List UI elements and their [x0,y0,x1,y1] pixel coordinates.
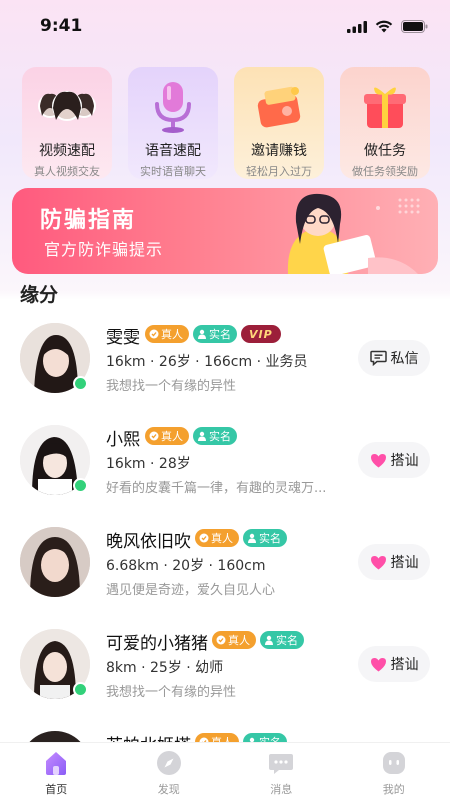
feature-subtitle: 轻松月入过万 [246,165,312,178]
badges: 真人 实名 [195,529,287,547]
user-name: 小熙 [106,430,140,450]
microphone-icon [138,77,208,134]
badges: 真人 实名 [212,631,304,649]
user-info: 6.68km · 20岁 · 160cm [106,558,266,574]
vip-badge: VIP [241,325,281,343]
badges: 真人 实名 [145,427,237,445]
profile-icon [380,749,408,777]
tab-label: 消息 [270,783,293,796]
feature-title: 做任务 [364,143,406,159]
online-status-dot [73,682,88,697]
video-match-avatars [32,77,102,134]
list-item[interactable]: 晚风依旧吹 真人 实名 6.68km · 20岁 · 160cm 遇见便是奇迹，… [0,519,450,619]
list-item[interactable]: 雯雯 真人 实名 VIP 16km · 26岁 · 166cm · 业务员 我想… [0,315,450,415]
list-item[interactable]: 可爱的小猪猪 真人 实名 8km · 25岁 · 幼师 我想找一个有缘的异性 搭… [0,621,450,721]
person-icon [265,635,273,645]
bottom-tab-bar: 首页 发现 消息 我的 [0,742,450,800]
tab-discover[interactable]: 发现 [113,743,226,800]
tab-messages[interactable]: 消息 [225,743,338,800]
heart-icon [370,555,386,569]
person-icon [248,533,256,543]
tab-label: 首页 [45,783,68,796]
badges: 真人 实名 [195,733,287,742]
verified-badge: 实名 [243,529,287,547]
status-time: 9:41 [40,16,83,36]
greet-button[interactable]: 搭讪 [358,646,430,682]
user-name: 雯雯 [106,328,140,348]
feature-video-match[interactable]: 视频速配 真人视频交友 [22,67,112,179]
tab-label: 发现 [157,783,180,796]
heart-icon [370,453,386,467]
tab-profile[interactable]: 我的 [338,743,450,800]
user-bio: 好看的皮囊千篇一律，有趣的灵魂万... [106,481,327,496]
list-item[interactable]: 小熙 真人 实名 16km · 28岁 好看的皮囊千篇一律，有趣的灵魂万... … [0,417,450,517]
message-button[interactable]: 私信 [358,340,430,376]
verified-badge: 实名 [193,427,237,445]
status-bar: 9:41 [0,0,450,54]
banner-title: 防骗指南 [40,208,137,233]
feature-title: 视频速配 [39,143,95,159]
user-bio: 遇见便是奇迹，爱久自见人心 [106,583,276,598]
user-bio: 我想找一个有缘的异性 [106,685,237,700]
section-title: 缘分 [20,284,59,306]
list-item[interactable]: 苏帕北姬塔 真人 实名 [0,723,450,742]
banner-subtitle: 官方防诈骗提示 [44,240,164,259]
real-person-badge: 真人 [212,631,256,649]
real-person-badge: 真人 [145,427,189,445]
battery-icon [401,20,428,33]
verified-badge: 实名 [193,325,237,343]
wifi-icon [375,20,393,33]
shield-icon [216,635,226,645]
tab-label: 我的 [382,783,405,796]
real-person-badge: 真人 [145,325,189,343]
feature-title: 语音速配 [145,143,201,159]
online-status-dot [73,376,88,391]
compass-icon [155,749,183,777]
feature-subtitle: 真人视频交友 [34,165,100,178]
feature-title: 邀请赚钱 [251,143,307,159]
shield-icon [149,431,159,441]
status-icons [347,20,428,33]
shield-icon [199,533,209,543]
wallet-icon [244,77,314,134]
user-name: 可爱的小猪猪 [106,634,208,654]
person-icon [198,329,206,339]
user-info: 8km · 25岁 · 幼师 [106,660,224,676]
feature-voice-match[interactable]: 语音速配 实时语音聊天 [128,67,218,179]
feature-subtitle: 实时语音聊天 [140,165,206,178]
real-person-badge: 真人 [195,733,239,742]
feature-cards: 视频速配 真人视频交友 语音速配 实时语音聊天 邀请赚钱 轻松月入过万 做任务 … [22,67,430,179]
gift-box-icon [350,77,420,134]
user-info: 16km · 28岁 [106,456,191,472]
avatar[interactable] [20,527,90,597]
heart-icon [370,657,386,671]
feature-invite-earn[interactable]: 邀请赚钱 轻松月入过万 [234,67,324,179]
person-icon [198,431,206,441]
user-name: 晚风依旧吹 [106,532,191,552]
chat-bubble-icon [369,350,387,366]
user-bio: 我想找一个有缘的异性 [106,379,237,394]
anti-fraud-banner[interactable]: 防骗指南 官方防诈骗提示 [12,188,438,274]
signal-icon [347,20,367,33]
verified-badge: 实名 [260,631,304,649]
home-icon [42,749,70,777]
user-info: 16km · 26岁 · 166cm · 业务员 [106,354,308,370]
tab-home[interactable]: 首页 [0,743,113,800]
verified-badge: 实名 [243,733,287,742]
shield-icon [149,329,159,339]
avatar[interactable] [20,731,90,742]
online-status-dot [73,478,88,493]
user-name: 苏帕北姬塔 [106,731,191,742]
greet-button[interactable]: 搭讪 [358,544,430,580]
message-icon [267,749,295,777]
feature-subtitle: 做任务领奖励 [352,165,418,178]
greet-button[interactable]: 搭讪 [358,442,430,478]
banner-illustration [287,193,420,274]
badges: 真人 实名 VIP [145,325,281,343]
feature-tasks[interactable]: 做任务 做任务领奖励 [340,67,430,179]
real-person-badge: 真人 [195,529,239,547]
